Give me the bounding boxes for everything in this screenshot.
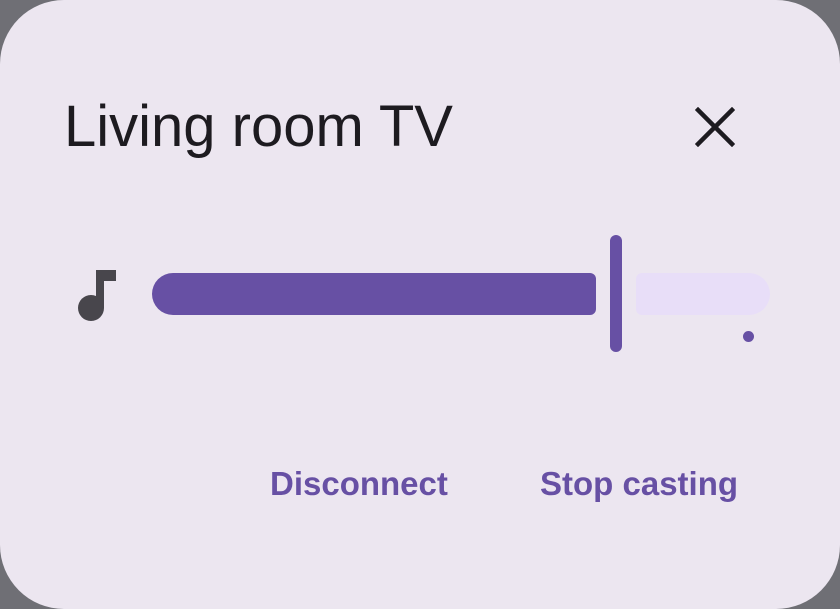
volume-slider[interactable] [150,230,772,360]
volume-row [0,230,840,360]
music-note-icon [78,270,116,321]
slider-inactive-track [636,273,770,342]
close-button[interactable] [680,92,750,162]
slider-active-track [152,273,596,315]
stop-casting-button[interactable]: Stop casting [540,458,738,510]
disconnect-button[interactable]: Disconnect [270,458,448,510]
slider-stop-indicator [743,331,754,342]
dialog-title: Living room TV [64,94,453,159]
slider-handle[interactable] [610,235,622,352]
cast-dialog: Living room TV Disconnect Stop casting [0,0,840,609]
close-icon [695,107,735,147]
